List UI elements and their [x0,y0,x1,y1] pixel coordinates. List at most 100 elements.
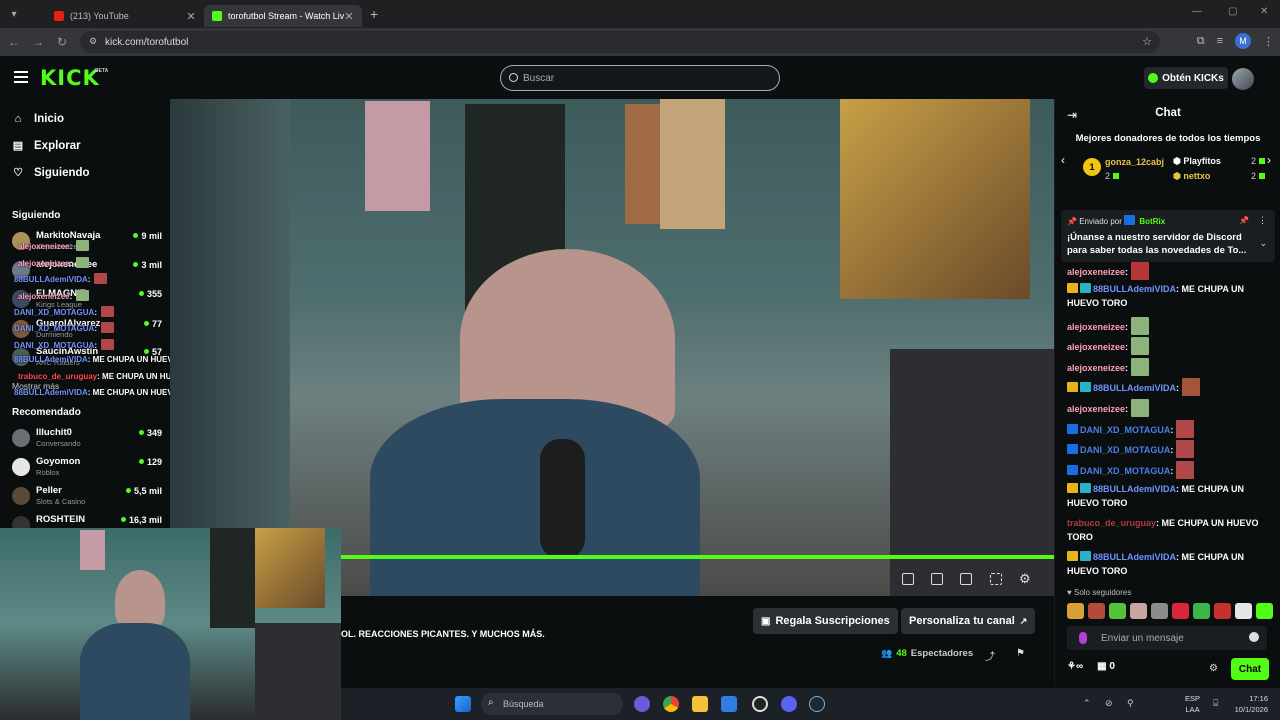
forward-icon[interactable]: → [26,35,50,49]
emote-icon[interactable] [1214,603,1231,619]
close-tab-icon[interactable]: ✕ [186,10,196,23]
close-tab-icon[interactable]: ✕ [344,10,354,23]
taskbar-search-input[interactable]: ⌕ Búsqueda [481,693,623,715]
chat-message: alejoxeneizee: [1067,317,1273,335]
emote-icon[interactable] [1172,603,1189,619]
overlay-chat-line: alejoxeneizee: [18,290,90,301]
share-icon[interactable]: ⤴ [985,648,995,663]
tray-app-icon[interactable]: ⚲ [1127,698,1134,709]
recommended-channel[interactable]: Peller Slots & Casino 5,5 mil [12,485,162,511]
file-explorer-icon[interactable] [692,696,708,712]
video-player[interactable] [170,99,1054,596]
chat-message: alejoxeneizee: [1067,399,1273,417]
get-kicks-button[interactable]: Obtén KICKs [1144,67,1228,89]
beta-label: BETA [95,68,109,74]
user-avatar[interactable] [1232,68,1254,90]
settings-gear-icon[interactable]: ⚙ [1019,571,1031,587]
donor-name[interactable]: ⬢ nettxo [1173,171,1210,182]
donor-name[interactable]: ⬢ Playfitos [1173,156,1221,167]
wallet-icon[interactable]: ▦ 0 [1097,661,1115,672]
get-kicks-label: Obtén KICKs [1162,72,1224,84]
sidebar-item-siguiendo[interactable]: ♡ Siguiendo [12,166,90,180]
recommended-channel[interactable]: Illuchit0 Conversando 349 [12,427,162,453]
chevron-down-icon[interactable]: ⌄ [1259,238,1267,249]
back-icon[interactable]: ← [2,35,26,49]
sidebar-item-inicio[interactable]: ⌂ Inicio [12,113,64,125]
follow-user-icon[interactable]: ⚑ [1016,648,1025,659]
sidebar-item-explorar[interactable]: ▤ Explorar [12,139,81,153]
new-tab-icon[interactable]: + [370,6,378,22]
network-icon[interactable]: ⌸ [1213,698,1218,709]
fullscreen-icon[interactable] [990,573,1002,585]
unpin-icon[interactable]: 📌 [1239,216,1249,225]
chat-message: trabuco_de_uruguay: ME CHUPA UN HUEVO TO… [1067,518,1259,542]
maximize-icon[interactable]: ▢ [1228,6,1237,17]
chat-send-button[interactable]: Chat [1231,658,1269,680]
extensions-icon[interactable]: ⧉ [1197,35,1205,48]
tray-chevron-icon[interactable]: ⌃ [1083,698,1091,709]
chat-message-input[interactable]: Enviar un mensaje [1067,626,1267,650]
browser-tab-youtube[interactable]: (213) YouTube ✕ [46,5,204,27]
address-bar[interactable]: ⚙ kick.com/torofutbol ☆ [80,31,1160,53]
channel-avatar [12,458,30,476]
steam-icon[interactable] [809,696,825,712]
viewer-count: 349 [138,428,162,438]
customize-channel-button[interactable]: Personaliza tu canal ↗ [901,608,1036,634]
reload-icon[interactable]: ↻ [50,35,74,49]
close-window-icon[interactable]: ✕ [1260,6,1268,17]
chat-settings-icon[interactable]: ⚙ [1209,663,1218,674]
emote-icon[interactable] [1067,603,1084,619]
more-options-icon[interactable]: ⋮ [1258,215,1267,226]
system-clock[interactable]: 17:16 10/1/2026 [1235,693,1268,715]
language-indicator[interactable]: ESP LAA [1185,693,1200,715]
url-text: kick.com/torofutbol [105,36,189,48]
tray-app-icon[interactable]: ⊘ [1105,698,1113,709]
kick-logo[interactable]: KICK [40,66,100,90]
sidebar-item-label: Explorar [34,139,81,152]
emote-icon[interactable] [1130,603,1147,619]
bookmark-star-icon[interactable]: ☆ [1142,35,1152,48]
emote-icon[interactable] [1193,603,1210,619]
pip-icon[interactable] [902,573,914,585]
heart-icon: ♡ [13,167,23,179]
emote-icon[interactable] [1088,603,1105,619]
recommended-channel[interactable]: ROSHTEIN 16,3 mil [12,514,162,529]
clip-icon[interactable] [931,573,943,585]
channel-points-icon[interactable]: ⚘∞ [1067,661,1083,672]
chevron-left-icon[interactable]: ‹ [1061,153,1065,167]
channel-name: Goyomon [36,456,81,467]
chevron-right-icon[interactable]: › [1267,153,1271,167]
copilot-icon[interactable] [634,696,650,712]
microphone-icon[interactable] [1079,632,1087,644]
emote-icon[interactable] [1109,603,1126,619]
overlay-chat-line: DANI_XD_MOTAGUA: [14,306,114,317]
browser-tab-kick[interactable]: torofutbol Stream - Watch Live ✕ [204,5,362,27]
tab-list-dropdown-icon[interactable]: ▾ [4,4,24,24]
emote-icon[interactable] [1256,603,1273,619]
emote-icon[interactable] [1151,603,1168,619]
search-input[interactable]: Buscar [500,65,780,91]
emoji-picker-icon[interactable] [1249,632,1259,642]
gift-subscriptions-button[interactable]: ▣ Regala Suscripciones [753,608,898,634]
media-controls-icon[interactable]: ≡ [1217,35,1223,47]
windows-start-icon[interactable] [455,696,471,712]
pinned-message[interactable]: 📌 Enviado por BotRix 📌 ⋮ ¡Únanse a nuest… [1061,210,1275,262]
minimize-icon[interactable]: — [1192,6,1202,17]
browser-menu-icon[interactable]: ⋮ [1263,35,1274,48]
donor-name[interactable]: gonza_12cabj [1105,157,1164,167]
recommended-channel[interactable]: Goyomon Roblox 129 [12,456,162,482]
site-info-icon[interactable]: ⚙ [89,36,97,47]
theater-mode-icon[interactable] [960,573,972,585]
heart-icon: ♥ [1067,588,1074,597]
discord-icon[interactable] [781,696,797,712]
menu-icon[interactable] [14,71,28,83]
chat-message: DANI_XD_MOTAGUA: [1067,461,1273,479]
profile-avatar[interactable]: M [1235,33,1251,49]
channel-avatar [12,487,30,505]
obs-icon[interactable] [752,696,768,712]
tab-title: (213) YouTube [70,11,129,21]
chrome-icon[interactable] [663,696,679,712]
emote-icon[interactable] [1235,603,1252,619]
store-icon[interactable] [721,696,737,712]
video-poster [660,99,725,229]
